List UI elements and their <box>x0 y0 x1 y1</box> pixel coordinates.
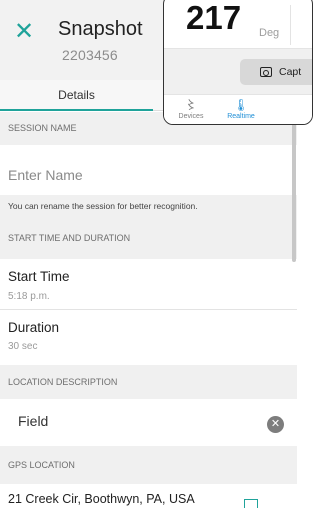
location-input[interactable]: Field <box>18 413 48 429</box>
page-subtitle: 2203456 <box>62 47 118 63</box>
nav-label: Realtime <box>227 113 255 120</box>
map-icon[interactable] <box>244 499 258 508</box>
nav-realtime[interactable]: 🌡 Realtime <box>216 97 266 120</box>
start-time-value: 5:18 p.m. <box>8 291 50 302</box>
start-time-label: Start Time <box>8 269 70 284</box>
session-name-field[interactable]: Enter Name <box>0 145 297 195</box>
rename-hint: You can rename the session for better re… <box>0 195 297 218</box>
realtime-overlay: 217 Deg Capt 〻 Devices 🌡 Realtime <box>163 0 313 125</box>
capture-area: Capt <box>164 48 312 94</box>
scrollbar[interactable] <box>292 122 296 262</box>
reading-unit: Deg <box>259 27 280 39</box>
divider <box>290 5 291 45</box>
camera-icon <box>260 67 272 77</box>
bottom-nav: 〻 Devices 🌡 Realtime <box>164 94 312 124</box>
device-wave-icon: 〻 <box>184 98 197 112</box>
nav-label: Devices <box>178 113 204 120</box>
nav-devices[interactable]: 〻 Devices <box>166 97 216 120</box>
gps-address: 21 Creek Cir, Boothwyn, PA, USA <box>8 492 195 506</box>
duration-label: Duration <box>8 320 60 335</box>
capture-button[interactable]: Capt <box>240 59 312 85</box>
clear-icon[interactable]: ✕ <box>267 416 284 433</box>
section-gps-location: GPS LOCATION <box>0 446 297 484</box>
reading-value: 217 <box>186 0 242 36</box>
section-location-description: LOCATION DESCRIPTION <box>0 365 297 399</box>
gps-row[interactable]: 21 Creek Cir, Boothwyn, PA, USA <box>0 484 297 508</box>
duration-row: Duration 30 sec <box>0 310 297 365</box>
duration-value: 30 sec <box>8 341 38 352</box>
start-time-row: Start Time 5:18 p.m. <box>0 259 297 309</box>
capture-label: Capt <box>279 66 302 78</box>
thermometer-icon: 🌡 <box>233 98 249 112</box>
page-title: Snapshot <box>58 18 143 40</box>
close-icon[interactable]: ✕ <box>14 20 38 44</box>
location-field[interactable]: Field ✕ <box>0 399 297 446</box>
tab-details[interactable]: Details <box>0 80 153 111</box>
session-name-input[interactable]: Enter Name <box>8 167 83 183</box>
section-start-time-duration: START TIME AND DURATION <box>0 218 297 259</box>
